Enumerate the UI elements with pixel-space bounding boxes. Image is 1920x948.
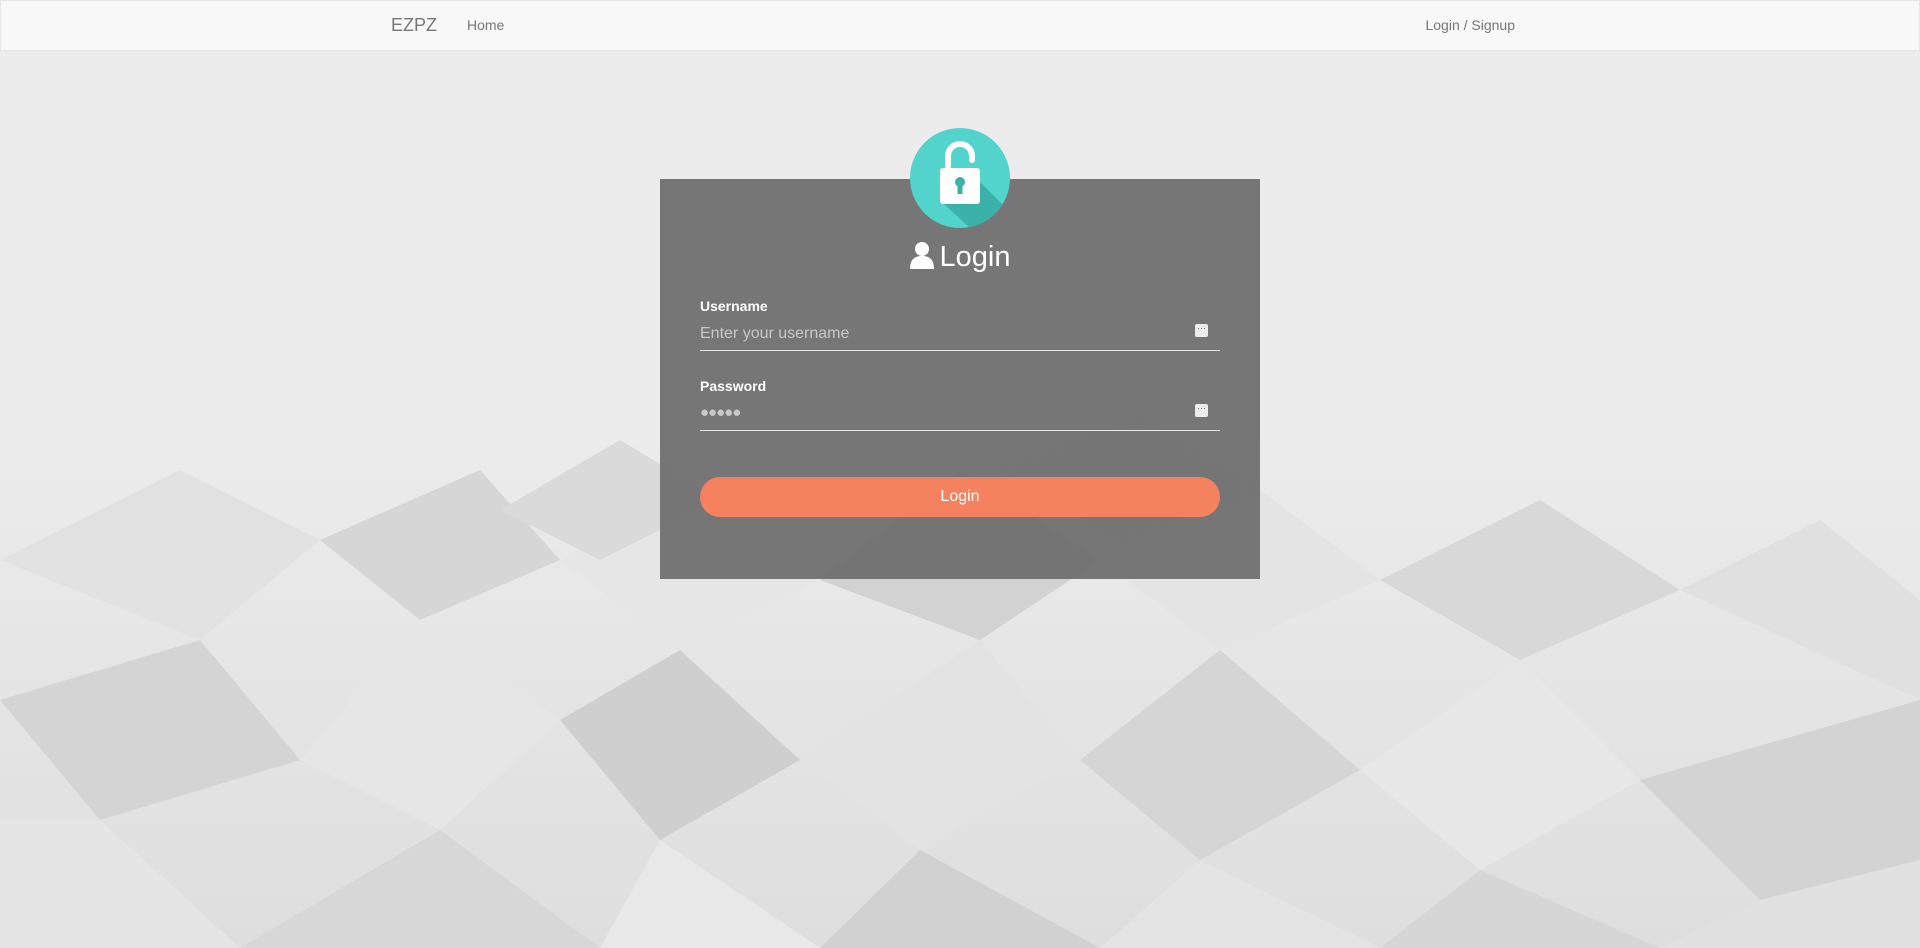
top-navbar: EZPZ Home Login / Signup xyxy=(0,0,1920,51)
password-field-wrapper[interactable]: ●●●●● ··· xyxy=(700,400,1220,431)
login-button[interactable]: Login xyxy=(700,477,1220,517)
login-title: Login xyxy=(939,241,1011,273)
brand-link[interactable]: EZPZ xyxy=(391,15,437,36)
login-card: Login Username ··· Password ●●●●● ··· Lo… xyxy=(660,179,1260,579)
password-input[interactable]: ●●●●● xyxy=(700,404,741,421)
login-heading: Login xyxy=(660,241,1260,274)
unlocked-padlock-icon xyxy=(910,128,1010,228)
username-field-wrapper: ··· xyxy=(700,320,1220,351)
more-dots-icon[interactable]: ··· xyxy=(1195,324,1208,337)
password-label: Password xyxy=(700,378,767,394)
nav-login-signup-link[interactable]: Login / Signup xyxy=(1425,17,1515,33)
user-icon xyxy=(909,242,934,269)
username-label: Username xyxy=(700,298,768,314)
username-input[interactable] xyxy=(700,320,1180,348)
nav-home-link[interactable]: Home xyxy=(467,17,504,33)
more-dots-icon[interactable]: ··· xyxy=(1195,404,1208,417)
